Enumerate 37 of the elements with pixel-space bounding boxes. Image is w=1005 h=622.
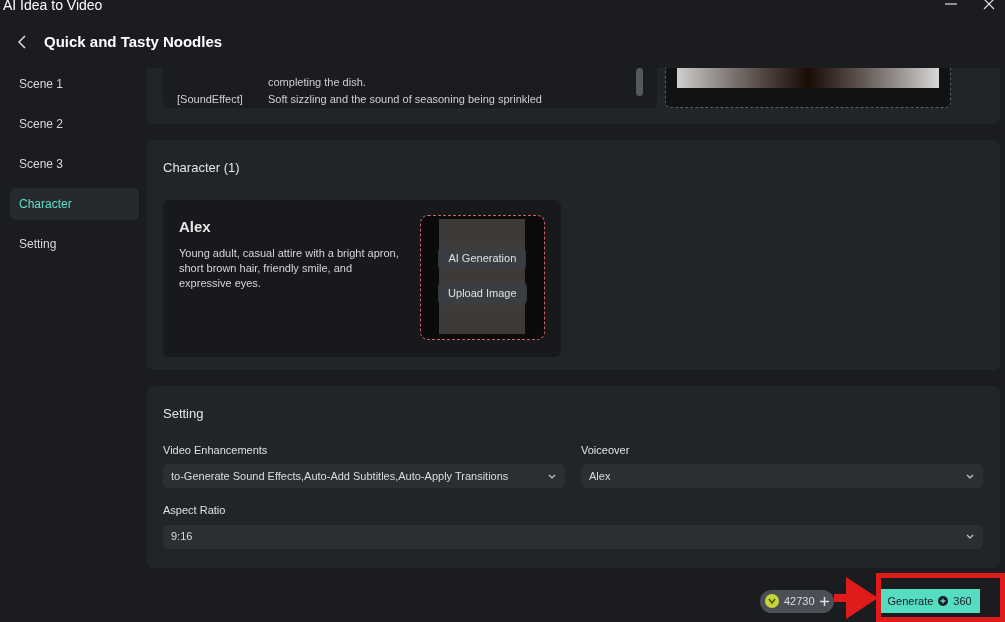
coin-icon — [765, 594, 779, 608]
chevron-down-icon — [548, 473, 556, 479]
sidebar-item[interactable]: Scene 2 — [10, 108, 139, 140]
credits-count: 42730 — [784, 593, 815, 609]
script-tag: [SoundEffect] — [177, 93, 268, 106]
field-label: Voiceover — [581, 442, 631, 458]
character-name: Alex — [179, 216, 212, 237]
dropdown-value: to-Generate Sound Effects,Auto-Add Subtitles,Auto-Apply Transitions — [171, 468, 509, 484]
back-icon[interactable] — [18, 35, 27, 49]
dropdown[interactable]: to-Generate Sound Effects,Auto-Add Subtitles,Auto-Apply Transitions — [163, 464, 565, 488]
pointer-arrow — [834, 577, 878, 619]
scrollbar-thumb[interactable] — [636, 68, 643, 96]
plus-icon[interactable] — [819, 596, 829, 606]
image-option-button[interactable]: Upload Image — [438, 282, 527, 305]
dropdown-value: 9:16 — [171, 529, 193, 545]
field-label: Video Enhancements — [163, 442, 269, 458]
dropdown[interactable]: 9:16 — [163, 524, 983, 549]
script-line: Soft sizzling and the sound of seasoning being sprinkled — [268, 93, 542, 106]
chevron-down-icon — [966, 473, 974, 479]
sidebar-item[interactable]: Scene 1 — [10, 68, 139, 100]
sidebar-item[interactable]: Character — [10, 188, 139, 220]
dropdown[interactable]: Alex — [581, 464, 983, 488]
plus-circle-icon — [938, 596, 949, 606]
page-title: Quick and Tasty Noodles — [44, 31, 223, 52]
section-title: Character (1) — [163, 159, 241, 177]
window-title: AI Idea to Video — [3, 0, 103, 12]
sidebar-item[interactable]: Scene 3 — [10, 148, 139, 180]
close-icon[interactable] — [983, 0, 995, 10]
sidebar-item[interactable]: Setting — [10, 228, 139, 260]
field-label: Aspect Ratio — [163, 503, 227, 518]
dropdown-value: Alex — [589, 468, 611, 484]
generate-button[interactable]: Generate 360 — [879, 589, 980, 613]
script-line: completing the dish. — [268, 76, 366, 89]
section-title: Setting — [163, 405, 205, 423]
image-option-button[interactable]: AI Generation — [438, 247, 527, 270]
chevron-down-icon — [966, 534, 974, 539]
character-description: Young adult, casual attire with a bright apron, short brown hair, friendly smile, and expressive eyes. — [179, 246, 400, 291]
